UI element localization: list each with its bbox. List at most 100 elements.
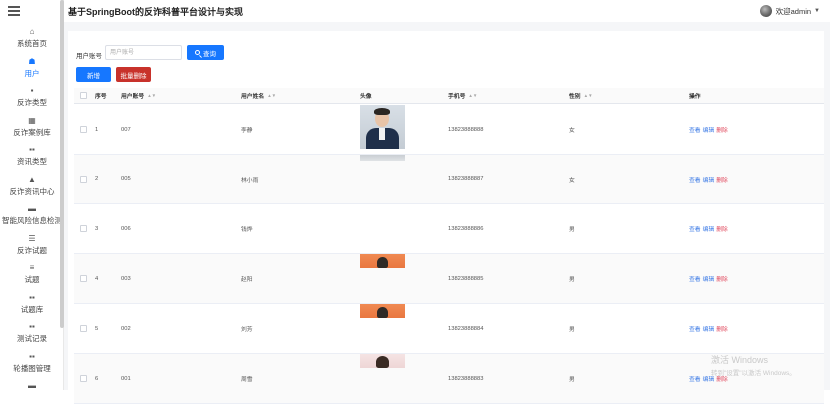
delete-link[interactable]: 删除 xyxy=(716,324,728,333)
cell-name: 林小雨 xyxy=(241,177,259,184)
row-checkbox[interactable] xyxy=(79,126,87,133)
view-link[interactable]: 查看 xyxy=(689,274,701,283)
delete-link[interactable]: 删除 xyxy=(716,175,728,184)
edit-link[interactable]: 编辑 xyxy=(703,125,715,134)
sidebar: ⌂ 系统首页 ☗ 用户 ▪ 反诈类型 ▦ 反诈案例库 ▪▪ 资讯类型 ▲ 反诈资讯中心 ▬ 智能风险信息检… xyxy=(0,0,64,390)
cell-name: 赵阳 xyxy=(241,277,253,283)
sort-icon[interactable]: ▲▼ xyxy=(468,93,477,98)
sidebar-item-1[interactable]: ☗ 用户 xyxy=(0,55,64,85)
row-checkbox[interactable] xyxy=(79,325,87,332)
header-gender-label: 性别 xyxy=(569,94,581,100)
table-row: 4 003 赵阳 13823888885 男 查看 编辑 删除 xyxy=(74,254,824,304)
sidebar-item-label: 用户 xyxy=(24,68,40,78)
watermark-title: 激活 Windows xyxy=(711,355,769,365)
sidebar-item-label: 反诈类型 xyxy=(17,98,47,107)
cell-index: 1 xyxy=(95,126,99,133)
row-checkbox[interactable] xyxy=(79,175,87,183)
delete-link[interactable]: 删除 xyxy=(716,224,728,233)
content-card: 用户账号 查询 新增 批量删除 序号 用户账号▲▼ 用户姓名▲▼ 头像 手机号▲… xyxy=(68,31,824,404)
page-title: 基于SpringBoot的反诈科普平台设计与实现 xyxy=(68,7,243,17)
delete-link[interactable]: 删除 xyxy=(716,125,728,134)
sidebar-item-12[interactable]: ▬ xyxy=(0,379,64,409)
sidebar-item-label: 反诈试题 xyxy=(17,245,47,255)
sort-icon[interactable]: ▲▼ xyxy=(584,93,593,98)
cell-account: 005 xyxy=(121,176,131,182)
cell-avatar xyxy=(359,204,445,253)
search-button[interactable]: 查询 xyxy=(187,45,224,60)
edit-link[interactable]: 编辑 xyxy=(703,224,715,233)
view-link[interactable]: 查看 xyxy=(689,125,701,134)
cell-avatar xyxy=(359,254,445,303)
sidebar-item-6[interactable]: ▬ 智能风险信息检测 xyxy=(0,202,64,232)
sort-icon[interactable]: ▲▼ xyxy=(147,93,156,98)
row-checkbox-cell xyxy=(74,105,92,154)
welcome-text[interactable]: 欢迎admin xyxy=(776,6,811,17)
sidebar-item-5[interactable]: ▲ 反诈资讯中心 xyxy=(0,173,64,203)
cell-ops: 查看 编辑 删除 xyxy=(686,204,824,253)
cell-index: 3 xyxy=(95,225,99,232)
grid-icon: ▬ xyxy=(28,381,36,390)
table-row: 5 002 刘芳 13823888884 男 查看 编辑 删除 xyxy=(74,304,824,354)
sidebar-item-2[interactable]: ▪ 反诈类型 xyxy=(0,84,64,114)
header-account[interactable]: 用户账号 ▲▼ xyxy=(118,88,238,103)
cell-index: 6 xyxy=(95,375,99,382)
add-button[interactable]: 新增 xyxy=(76,67,111,82)
search-input[interactable] xyxy=(105,45,182,60)
sidebar-item-0[interactable]: ⌂ 系统首页 xyxy=(0,25,64,55)
sidebar-item-7[interactable]: ☰ 反诈试题 xyxy=(0,232,64,262)
sidebar-item-4[interactable]: ▪▪ 资讯类型 xyxy=(0,143,64,173)
cell-phone: 13823888885 xyxy=(448,275,484,282)
sidebar-item-10[interactable]: ▪▪ 测试记录 xyxy=(0,320,64,350)
sort-icon[interactable]: ▲▼ xyxy=(267,93,276,98)
bulk-delete-button[interactable]: 批量删除 xyxy=(116,67,151,82)
user-photo xyxy=(360,105,405,149)
cell-gender: 女 xyxy=(569,177,575,184)
cell-phone: 13823888888 xyxy=(448,126,484,133)
edit-link[interactable]: 编辑 xyxy=(703,274,715,283)
view-link[interactable]: 查看 xyxy=(689,224,701,233)
edit-link[interactable]: 编辑 xyxy=(703,175,715,184)
cell-gender: 男 xyxy=(569,277,575,283)
grid-icon: ▪▪ xyxy=(29,351,35,361)
header-name-label: 用户姓名 xyxy=(241,94,265,100)
select-all-cell xyxy=(74,88,92,103)
grid-icon: ▪▪ xyxy=(29,322,35,331)
caret-down-icon[interactable]: ▼ xyxy=(814,8,820,14)
select-all-checkbox[interactable] xyxy=(79,92,87,99)
windows-activation-watermark: 激活 Windows 转到"设置"以激活 Windows。 xyxy=(711,353,796,377)
user-photo xyxy=(360,304,405,318)
menu-toggle-icon[interactable] xyxy=(8,6,20,16)
sidebar-item-9[interactable]: ▪▪ 试题库 xyxy=(0,291,64,321)
view-link[interactable]: 查看 xyxy=(689,175,701,184)
sidebar-item-label: 试题库 xyxy=(20,304,44,314)
cell-index: 2 xyxy=(95,176,99,182)
user-photo xyxy=(360,354,405,368)
edit-link[interactable]: 编辑 xyxy=(703,324,715,333)
header-phone[interactable]: 手机号 ▲▼ xyxy=(445,88,566,103)
cell-gender: 女 xyxy=(569,128,575,134)
cell-gender: 男 xyxy=(569,227,575,233)
delete-link[interactable]: 删除 xyxy=(716,274,728,283)
sidebar-item-label: 反诈案例库 xyxy=(13,127,51,137)
cell-name: 李静 xyxy=(241,128,253,134)
row-checkbox[interactable] xyxy=(79,275,87,282)
view-link[interactable]: 查看 xyxy=(689,374,701,383)
row-checkbox-cell xyxy=(74,304,92,353)
grid-icon: ▪ xyxy=(30,86,34,95)
row-checkbox[interactable] xyxy=(79,225,87,232)
cell-ops: 查看 编辑 删除 xyxy=(686,254,824,303)
sidebar-item-8[interactable]: ≡ 试题 xyxy=(0,261,64,291)
sidebar-item-3[interactable]: ▦ 反诈案例库 xyxy=(0,114,64,144)
row-checkbox[interactable] xyxy=(79,375,87,382)
header-gender[interactable]: 性别 ▲▼ xyxy=(566,88,686,103)
user-menu[interactable]: 欢迎admin ▼ xyxy=(759,4,820,18)
list-icon: ☰ xyxy=(28,233,36,243)
sidebar-item-11[interactable]: ▪▪ 轮播图管理 xyxy=(0,350,64,380)
sidebar-item-label: 测试记录 xyxy=(17,334,47,343)
cell-ops: 查看 编辑 删除 xyxy=(686,105,824,154)
view-link[interactable]: 查看 xyxy=(689,324,701,333)
sidebar-item-label: 反诈资讯中心 xyxy=(9,186,55,196)
header-name[interactable]: 用户姓名 ▲▼ xyxy=(238,88,359,103)
table-row: 3 006 钱烨 13823888886 男 查看 编辑 删除 xyxy=(74,204,824,254)
avatar[interactable] xyxy=(759,5,772,17)
